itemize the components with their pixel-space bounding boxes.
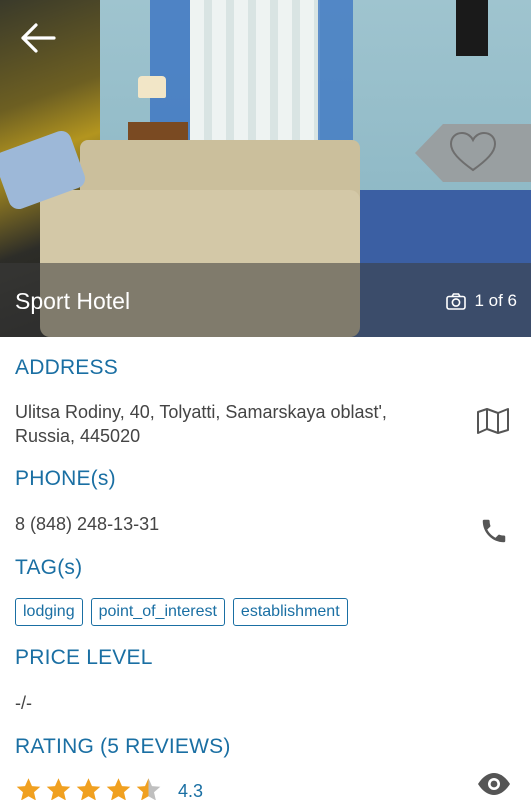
camera-icon <box>446 292 467 310</box>
phone-number[interactable]: 8 (848) 248-13-31 <box>15 512 159 536</box>
photo-counter-label: 1 of 6 <box>474 291 517 310</box>
favorite-button[interactable] <box>415 124 531 182</box>
photo-counter[interactable]: 1 of 6 <box>446 291 517 311</box>
eye-icon[interactable] <box>477 772 511 796</box>
address-line-1: Ulitsa Rodiny, 40, Tolyatti, Samarskaya … <box>15 402 387 422</box>
rating-stars <box>15 777 162 800</box>
arrow-left-icon[interactable] <box>20 22 56 54</box>
hotel-title: Sport Hotel <box>15 288 131 314</box>
tag-chip[interactable]: point_of_interest <box>90 598 225 626</box>
hotel-photo[interactable]: Sport Hotel 1 of 6 <box>0 0 531 337</box>
photo-lamp <box>138 76 166 98</box>
map-icon[interactable] <box>476 407 510 435</box>
address-heading: ADDRESS <box>15 356 118 379</box>
phone-icon[interactable] <box>479 516 509 546</box>
photo-tv <box>456 0 488 56</box>
price-level-heading: PRICE LEVEL <box>15 646 153 669</box>
rating-heading: RATING (5 REVIEWS) <box>15 735 231 758</box>
address-line-2: Russia, 445020 <box>15 426 141 446</box>
star-icon <box>46 778 71 800</box>
tag-chip[interactable]: establishment <box>232 598 348 626</box>
rating-value: 4.3 <box>178 781 204 800</box>
star-icon <box>76 778 101 800</box>
tags-heading: TAG(s) <box>15 556 83 579</box>
star-icon <box>16 778 41 800</box>
star-half-icon <box>136 778 161 800</box>
price-level-value: -/- <box>15 693 32 713</box>
star-icon <box>106 778 131 800</box>
tag-list: lodging point_of_interest establishment <box>15 598 348 626</box>
phone-heading: PHONE(s) <box>15 467 116 490</box>
tag-chip[interactable]: lodging <box>15 598 83 626</box>
